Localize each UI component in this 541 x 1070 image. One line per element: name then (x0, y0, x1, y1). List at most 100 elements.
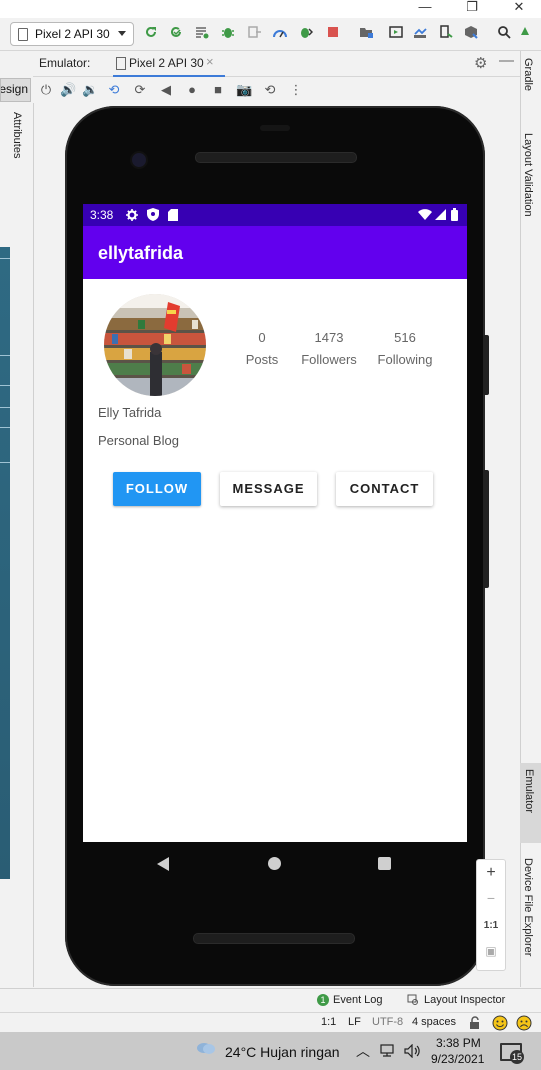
gradle-tab[interactable]: Gradle (522, 58, 540, 91)
volume-icon[interactable] (404, 1044, 422, 1058)
app-title: ellytafrida (98, 243, 184, 263)
volume-down-icon[interactable]: 🔉 (82, 82, 98, 98)
taskbar-date[interactable]: 9/23/2021 (431, 1052, 484, 1066)
profiler-icon[interactable] (273, 25, 287, 39)
snapshot-icon[interactable]: ⟲ (262, 82, 278, 98)
taskbar-time[interactable]: 3:38 PM (436, 1036, 481, 1050)
contact-button[interactable]: CONTACT (336, 472, 433, 506)
apply-changes-icon[interactable] (169, 25, 183, 39)
sdk-manager-icon[interactable] (464, 25, 478, 39)
zoom-out-button[interactable]: − (477, 890, 505, 906)
nav-home-icon[interactable] (268, 857, 281, 870)
attributes-tab[interactable]: Attributes (11, 112, 31, 182)
bottom-speaker (193, 933, 355, 944)
rotate-left-icon[interactable]: ⟲ (106, 82, 122, 98)
search-icon[interactable] (497, 25, 511, 39)
layout-inspector-label: Layout Inspector (424, 994, 506, 1006)
cursor-position[interactable]: 1:1 (321, 1016, 336, 1028)
run-icon[interactable] (144, 25, 158, 39)
layout-validation-tab[interactable]: Layout Validation (522, 133, 540, 217)
show-hidden-icons-icon[interactable]: ︿ (356, 1041, 370, 1061)
file-encoding[interactable]: UTF-8 (372, 1016, 403, 1028)
volume-up-icon[interactable]: 🔊 (60, 82, 76, 98)
design-preview-strip (0, 247, 10, 879)
front-camera (130, 151, 148, 169)
weather-text[interactable]: 24°C Hujan ringan (225, 1044, 340, 1060)
happy-face-icon[interactable] (492, 1015, 508, 1031)
device-file-explorer-tab[interactable]: Device File Explorer (522, 858, 540, 956)
preview-divider (0, 407, 10, 408)
debug-icon[interactable] (221, 25, 235, 39)
home-icon[interactable]: ● (184, 82, 200, 97)
settings-gear-icon (126, 209, 138, 221)
zoom-fit-icon[interactable]: ▣ (477, 944, 505, 958)
network-icon[interactable] (380, 1044, 398, 1058)
gear-icon[interactable]: ⚙ (474, 54, 487, 72)
restore-icon[interactable]: ❐ (461, 0, 483, 18)
more-options-icon[interactable]: ⋮ (288, 82, 304, 98)
zoom-actual-size-button[interactable]: 1:1 (477, 920, 505, 931)
message-button[interactable]: MESSAGE (220, 472, 317, 506)
main-toolbar: Pixel 2 API 30 (0, 18, 541, 51)
weather-cloud-icon[interactable] (195, 1041, 217, 1055)
profile-avatar[interactable] (104, 294, 206, 396)
nav-recents-icon[interactable] (378, 857, 391, 870)
posts-label: Posts (245, 352, 279, 367)
event-log-label: Event Log (333, 994, 383, 1006)
power-icon[interactable]: ⏻ (38, 82, 54, 98)
preview-divider (0, 427, 10, 428)
sd-card-icon (168, 209, 178, 221)
design-tab[interactable]: esign (0, 78, 31, 102)
emulator-label: Emulator: (39, 56, 91, 70)
emulator-device-tab[interactable]: Pixel 2 API 30 × (113, 51, 225, 77)
wifi-icon (418, 209, 432, 220)
ide-status-bar: 1:1 LF UTF-8 4 spaces (0, 1012, 541, 1033)
app-bar: ellytafrida (83, 226, 467, 279)
layout-inspector-icon (407, 994, 418, 1005)
project-structure-icon[interactable] (359, 25, 373, 39)
device-selector-label: Pixel 2 API 30 (35, 27, 110, 41)
hide-panel-icon[interactable]: — (499, 52, 514, 69)
overview-icon[interactable]: ■ (210, 82, 226, 97)
sync-gradle-icon[interactable] (413, 25, 427, 39)
back-icon[interactable]: ◀ (158, 82, 174, 98)
screenshot-icon[interactable]: 📷 (236, 82, 252, 98)
lock-icon[interactable] (469, 1016, 481, 1029)
more-toolbar-icon[interactable] (520, 25, 534, 39)
preview-divider (0, 355, 10, 356)
emulator-device-tab-label: Pixel 2 API 30 (129, 56, 204, 70)
indent-setting[interactable]: 4 spaces (412, 1016, 456, 1028)
emulator-controls: ⏻ 🔊 🔉 ⟲ ⟳ ◀ ● ■ 📷 ⟲ ⋮ (33, 77, 520, 103)
close-window-icon[interactable]: ✕ (508, 0, 530, 18)
device-selector[interactable]: Pixel 2 API 30 (10, 22, 134, 46)
minimize-icon[interactable]: — (414, 0, 436, 18)
emulator-tab[interactable]: Emulator (520, 763, 541, 843)
rotate-right-icon[interactable]: ⟳ (132, 82, 148, 98)
attach-debugger-icon[interactable] (247, 25, 261, 39)
profile-name: Elly Tafrida (98, 405, 162, 420)
nav-back-icon[interactable] (157, 857, 169, 871)
posts-count: 0 (258, 330, 266, 345)
device-manager-icon[interactable] (439, 25, 453, 39)
attributes-tab-label: Attributes (11, 112, 23, 159)
follow-button[interactable]: FOLLOW (113, 472, 201, 506)
following-count: 516 (394, 330, 416, 345)
emulator-tab-bar: Emulator: Pixel 2 API 30 × ⚙ — (33, 51, 520, 77)
android-status-bar: 3:38 (83, 204, 467, 226)
close-tab-icon[interactable]: × (206, 54, 214, 69)
preview-divider (0, 385, 10, 386)
zoom-in-button[interactable]: + (477, 864, 505, 882)
avd-manager-icon[interactable] (389, 25, 403, 39)
sad-face-icon[interactable] (516, 1015, 532, 1031)
chevron-down-icon (118, 31, 126, 36)
stop-icon[interactable] (326, 25, 340, 39)
line-separator[interactable]: LF (348, 1016, 361, 1028)
preview-divider (0, 258, 10, 259)
tool-window-bar: 1 Event Log Layout Inspector (0, 988, 541, 1013)
avatar-photo (104, 294, 206, 396)
gradle-tab-label: Gradle (522, 58, 534, 92)
attach-process-icon[interactable] (299, 25, 313, 39)
cellular-signal-icon (435, 209, 446, 220)
apply-code-changes-icon[interactable] (195, 25, 209, 39)
phone-power-button (483, 335, 489, 395)
